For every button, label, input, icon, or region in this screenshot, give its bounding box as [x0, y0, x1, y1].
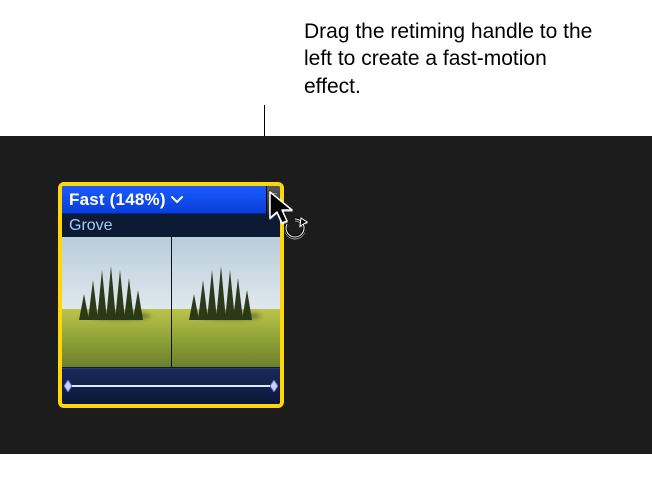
timeline-clip[interactable]: Fast (148%) Grove [58, 182, 284, 408]
audio-fade-handle-left[interactable] [64, 380, 72, 392]
retime-speed-label: Fast (148%) [69, 190, 166, 210]
chevron-down-icon[interactable] [171, 196, 183, 204]
clip-name-label: Grove [62, 214, 280, 237]
audio-volume-line[interactable] [68, 385, 274, 387]
retime-handle[interactable] [266, 186, 280, 214]
callout-text: Drag the retiming handle to the left to … [304, 18, 604, 100]
retime-bar[interactable]: Fast (148%) [62, 186, 280, 214]
thumbnail-frame [171, 237, 280, 367]
audio-fade-handle-right[interactable] [270, 380, 278, 392]
thumbnail-frame [62, 237, 171, 367]
clip-thumbnails [62, 237, 280, 367]
clip-audio-lane[interactable] [62, 368, 280, 404]
